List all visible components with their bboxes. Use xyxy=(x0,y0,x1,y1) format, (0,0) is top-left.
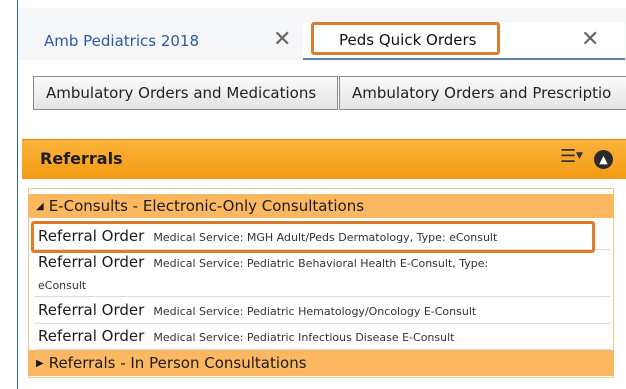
tab-peds-quick-orders[interactable]: Peds Quick Orders ✕ xyxy=(303,22,625,60)
bottom-border xyxy=(18,382,626,389)
close-icon[interactable]: ✕ xyxy=(273,29,291,51)
group-e-consults[interactable]: ◢ E-Consults - Electronic-Only Consultat… xyxy=(28,194,614,218)
collapsed-arrow-icon: ▶ xyxy=(36,357,44,369)
tab-label: Amb Pediatrics 2018 xyxy=(44,32,200,50)
item-description: Medical Service: Pediatric Infectious Di… xyxy=(153,331,455,344)
order-set-button-row: Ambulatory Orders and Medications Ambula… xyxy=(18,60,626,122)
panel-title: Referrals xyxy=(40,149,123,168)
list-item[interactable]: Referral Order Medical Service: Pediatri… xyxy=(35,324,611,350)
tab-bar: Amb Pediatrics 2018 ✕ Peds Quick Orders … xyxy=(18,8,626,60)
list-item[interactable]: Referral Order Medical Service: MGH Adul… xyxy=(35,220,611,250)
ambulatory-orders-medications-button[interactable]: Ambulatory Orders and Medications xyxy=(33,76,338,110)
ambulatory-orders-prescriptions-button[interactable]: Ambulatory Orders and Prescriptio xyxy=(339,76,626,110)
tab-label: Peds Quick Orders xyxy=(339,31,477,49)
item-description: Medical Service: Pediatric Behavioral He… xyxy=(153,257,489,270)
collapse-icon[interactable]: ▲ xyxy=(594,150,613,169)
close-icon[interactable]: ✕ xyxy=(581,29,599,51)
item-description-continued: eConsult xyxy=(38,279,87,292)
item-name: Referral Order xyxy=(38,327,145,345)
expanded-arrow-icon: ◢ xyxy=(36,200,44,212)
group-label: E-Consults - Electronic-Only Consultatio… xyxy=(48,197,365,215)
group-in-person-referrals[interactable]: ▶ Referrals - In Person Consultations xyxy=(28,350,614,376)
referrals-panel-header: Referrals ☰ ▼ ▲ xyxy=(22,139,626,179)
item-name: Referral Order xyxy=(38,253,145,271)
tab-amb-pediatrics[interactable]: Amb Pediatrics 2018 ✕ xyxy=(18,22,303,60)
item-description: Medical Service: Pediatric Hematology/On… xyxy=(153,305,477,318)
list-item[interactable]: Referral Order Medical Service: Pediatri… xyxy=(35,250,611,297)
item-name: Referral Order xyxy=(38,227,145,245)
list-item[interactable]: Referral Order Medical Service: Pediatri… xyxy=(35,298,611,324)
item-description: Medical Service: MGH Adult/Peds Dermatol… xyxy=(153,231,498,244)
menu-icon[interactable]: ☰ xyxy=(560,146,576,167)
group-label: Referrals - In Person Consultations xyxy=(48,354,307,372)
chevron-down-icon[interactable]: ▼ xyxy=(576,151,583,161)
item-name: Referral Order xyxy=(38,301,145,319)
